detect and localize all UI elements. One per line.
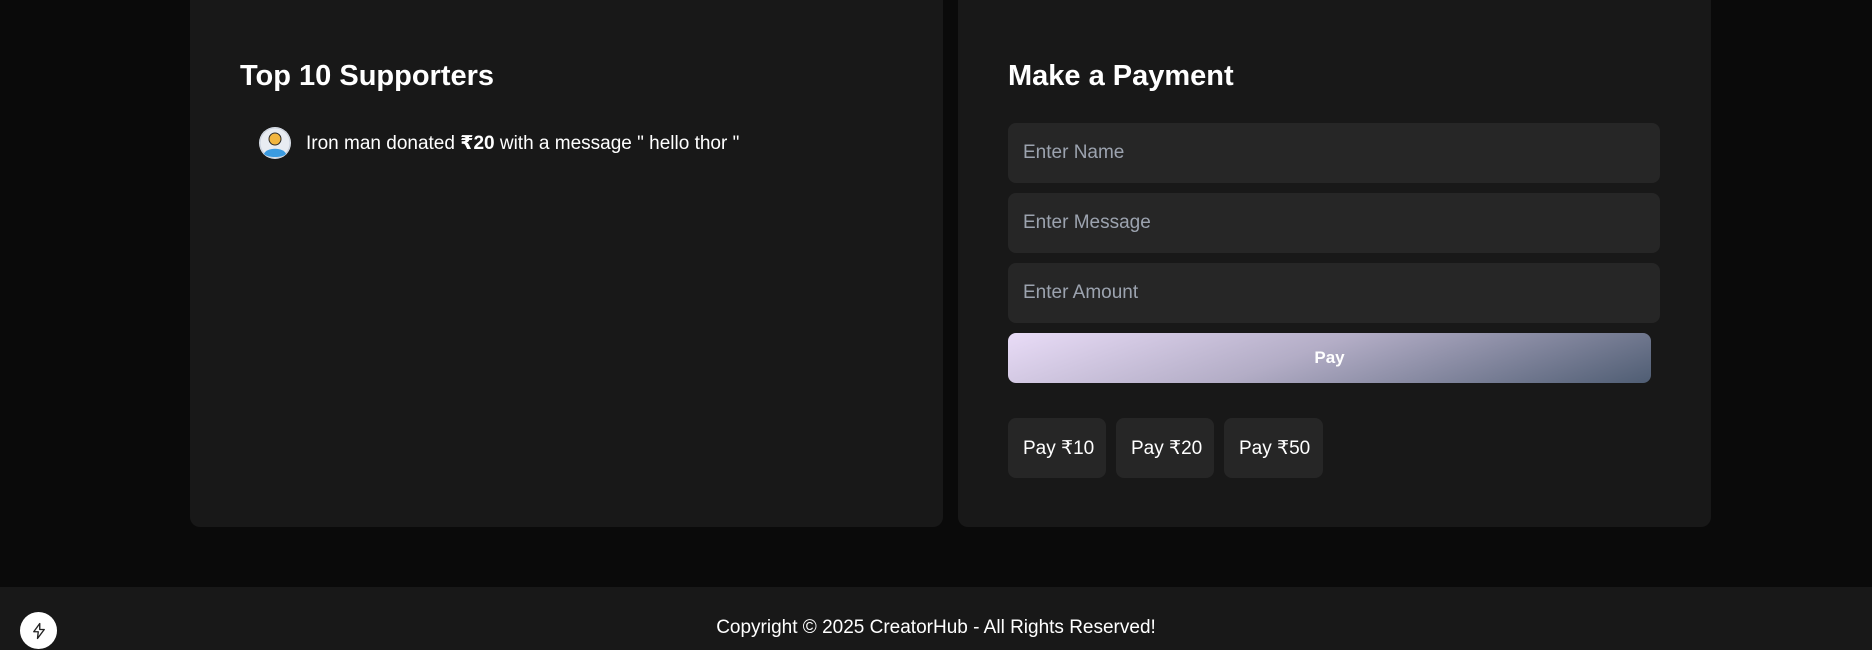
supporter-text: Iron man donated ₹20 with a message " he…: [306, 132, 739, 155]
amount-input[interactable]: [1008, 263, 1660, 323]
pay-20-button[interactable]: Pay ₹20: [1116, 418, 1214, 478]
name-input[interactable]: [1008, 123, 1660, 183]
pay-button[interactable]: Pay: [1008, 333, 1651, 383]
payment-panel: Make a Payment Pay Pay ₹10 Pay ₹20 Pay ₹…: [958, 0, 1711, 527]
footer: Copyright © 2025 CreatorHub - All Rights…: [0, 587, 1872, 650]
page: Top 10 Supporters Iron man donated ₹20 w…: [0, 0, 1872, 650]
pay-50-button[interactable]: Pay ₹50: [1224, 418, 1323, 478]
payment-title: Make a Payment: [1008, 60, 1234, 92]
supporters-list: Iron man donated ₹20 with a message " he…: [259, 126, 739, 160]
supporter-amount: ₹20: [460, 132, 495, 154]
supporter-message: with a message " hello thor ": [494, 132, 740, 154]
supporters-title: Top 10 Supporters: [240, 60, 495, 92]
supporters-panel: Top 10 Supporters Iron man donated ₹20 w…: [190, 0, 943, 527]
user-avatar-icon: [259, 127, 291, 159]
message-input[interactable]: [1008, 193, 1660, 253]
copyright-text: Copyright © 2025 CreatorHub - All Rights…: [716, 617, 1156, 638]
pay-10-button[interactable]: Pay ₹10: [1008, 418, 1106, 478]
list-item: Iron man donated ₹20 with a message " he…: [259, 126, 739, 160]
supporter-name: Iron man donated: [306, 132, 461, 154]
